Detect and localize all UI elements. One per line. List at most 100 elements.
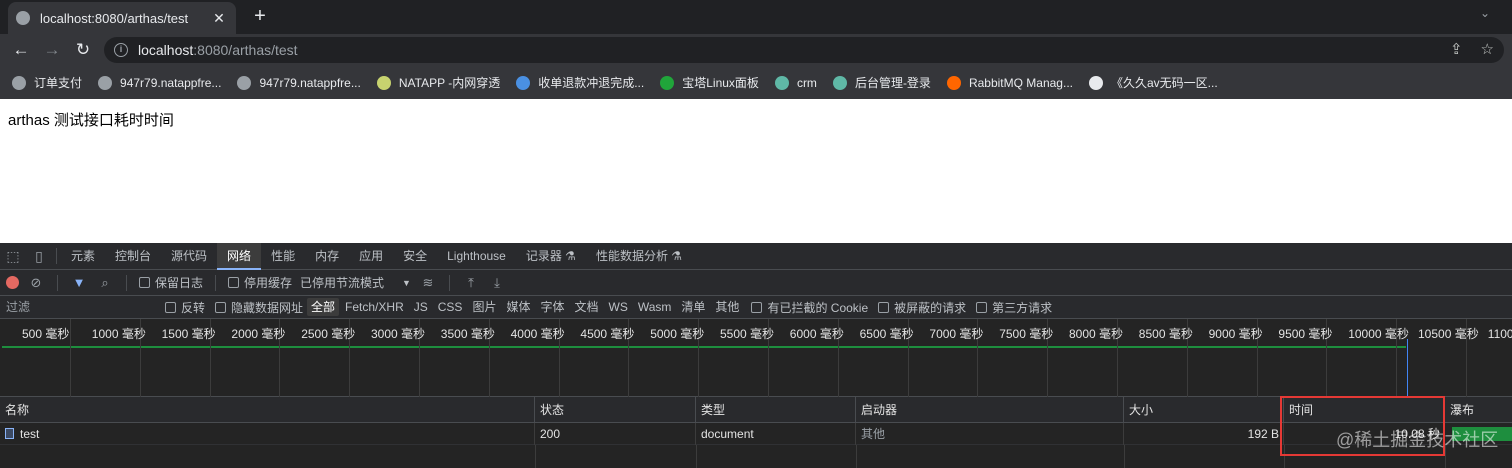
chevron-down-icon: ▼ <box>402 277 411 288</box>
url-path: :8080/arthas/test <box>193 42 298 58</box>
devtools-tab[interactable]: 性能数据分析 ⚗ <box>586 243 692 270</box>
bookmark-label: 《久久av无码一区... <box>1110 76 1218 90</box>
clear-icon[interactable]: ⊘ <box>27 275 45 291</box>
disable-cache-label: 停用缓存 <box>244 276 293 290</box>
download-icon[interactable]: ⤓ <box>488 275 506 291</box>
third-party-checkbox[interactable]: 第三方请求 <box>976 299 1052 316</box>
timeline-tick-label: 6500 毫秒 <box>859 327 914 341</box>
wifi-settings-icon[interactable]: ≋ <box>419 275 437 291</box>
column-name[interactable]: 名称 <box>0 397 535 423</box>
column-size[interactable]: 大小 <box>1124 397 1284 423</box>
star-icon[interactable]: ☆ <box>1481 40 1494 58</box>
resource-type-filter[interactable]: 其他 <box>711 298 743 316</box>
timeline-tick-label: 8500 毫秒 <box>1138 327 1193 341</box>
reload-icon[interactable]: ↻ <box>72 39 94 61</box>
network-overview-timeline[interactable]: 500 毫秒 1000 毫秒 1500 毫秒 2000 毫秒 2500 毫秒 3000 毫… <box>0 319 1512 397</box>
chevron-down-icon[interactable]: ⌄ <box>1480 6 1490 20</box>
bookmark-item[interactable]: crm <box>774 75 817 90</box>
resource-type-filter[interactable]: 清单 <box>677 298 709 316</box>
resource-type-filter[interactable]: 文档 <box>570 298 602 316</box>
resource-type-filter[interactable]: 图片 <box>468 298 500 316</box>
bookmark-item[interactable]: 947r79.natappfre... <box>98 75 221 90</box>
invert-checkbox[interactable]: 反转 <box>165 299 205 316</box>
third-party-label: 第三方请求 <box>992 300 1053 315</box>
devtools-tab[interactable]: 内存 <box>305 243 349 270</box>
request-size: 192 B <box>1124 423 1284 445</box>
timeline-tick-label: 4000 毫秒 <box>510 327 565 341</box>
preserve-log-checkbox[interactable]: 保留日志 <box>139 274 203 291</box>
devtools-tab[interactable]: Lighthouse <box>437 243 516 270</box>
timeline-tick-label: 4500 毫秒 <box>580 327 635 341</box>
bookmark-item[interactable]: 收单退款冲退完成... <box>516 74 644 91</box>
devtools-tab[interactable]: 应用 <box>349 243 393 270</box>
devtools-tab[interactable]: 控制台 <box>105 243 161 270</box>
request-initiator: 其他 <box>856 423 1124 445</box>
resource-type-filter[interactable]: 媒体 <box>502 298 534 316</box>
bookmark-icon <box>237 75 252 90</box>
devtools-tab-list: 元素 控制台 源代码 网络 性能 内存 应用 安全 Lighthouse 记录器 ⚗ 性能数据分析 … <box>61 242 692 270</box>
share-icon[interactable]: ⇪ <box>1450 40 1463 58</box>
column-divider <box>696 445 697 468</box>
timeline-tick-label: 3000 毫秒 <box>371 327 426 341</box>
search-icon[interactable]: ⌕ <box>96 275 114 291</box>
upload-icon[interactable]: ⤒ <box>462 275 480 291</box>
resource-type-filter[interactable]: CSS <box>434 298 467 316</box>
timeline-tick-label: 7000 毫秒 <box>929 327 984 341</box>
address-bar[interactable]: i localhost:8080/arthas/test ⇪ ☆ <box>104 37 1504 63</box>
disable-cache-checkbox[interactable]: 停用缓存 <box>228 274 292 291</box>
bookmark-item[interactable]: NATAPP -内网穿透 <box>376 74 500 91</box>
browser-chrome: localhost:8080/arthas/test ✕ + ⌄ ← → ↻ i… <box>0 0 1512 99</box>
browser-tab[interactable]: localhost:8080/arthas/test ✕ <box>8 2 236 34</box>
devtools-tab[interactable]: 记录器 ⚗ <box>516 243 586 270</box>
resource-type-filter[interactable]: Fetch/XHR <box>341 298 408 316</box>
devtools-tab[interactable]: 网络 <box>217 242 262 270</box>
resource-type-filter[interactable]: 全部 <box>307 298 340 316</box>
info-icon[interactable]: i <box>114 43 128 57</box>
close-icon[interactable]: ✕ <box>210 10 228 27</box>
column-waterfall[interactable]: 瀑布 <box>1445 397 1512 423</box>
bookmark-icon <box>774 75 789 90</box>
record-icon[interactable] <box>6 276 19 289</box>
timeline-tick-label: 10000 毫秒 <box>1348 327 1409 341</box>
blocked-cookies-checkbox[interactable]: 有已拦截的 Cookie <box>751 299 868 316</box>
filter-icon[interactable]: ▼ <box>70 275 88 290</box>
bookmark-item[interactable]: 《久久av无码一区... <box>1088 74 1218 91</box>
column-initiator[interactable]: 启动器 <box>856 397 1124 423</box>
bookmark-item[interactable]: 947r79.natappfre... <box>237 75 361 90</box>
devtools-tab[interactable]: 源代码 <box>161 243 217 270</box>
resource-type-filter[interactable]: 字体 <box>536 298 568 316</box>
back-icon[interactable]: ← <box>10 39 32 61</box>
timeline-tick-label: 5000 毫秒 <box>650 327 705 341</box>
request-type: document <box>696 423 856 445</box>
new-tab-button[interactable]: + <box>249 5 271 27</box>
inspect-icon[interactable]: ⬚ <box>0 248 26 265</box>
blocked-requests-label: 被屏蔽的请求 <box>894 300 967 315</box>
devtools-tab[interactable]: 元素 <box>61 243 105 270</box>
bookmark-item[interactable]: 订单支付 <box>12 74 82 91</box>
timeline-tick-label: 5500 毫秒 <box>720 327 775 341</box>
filter-input[interactable]: 过滤 <box>0 296 165 319</box>
bookmark-item[interactable]: 宝塔Linux面板 <box>660 74 759 91</box>
checkbox-box <box>878 301 890 313</box>
blocked-requests-checkbox[interactable]: 被屏蔽的请求 <box>878 299 966 316</box>
column-status[interactable]: 状态 <box>535 397 696 423</box>
timeline-tick-label: 6000 毫秒 <box>789 327 844 341</box>
hide-data-urls-label: 隐藏数据网址 <box>231 300 304 315</box>
throttle-label: 已停用节流模式 <box>300 276 385 290</box>
forward-icon[interactable]: → <box>41 39 63 61</box>
device-toolbar-icon[interactable]: ▯ <box>26 248 52 265</box>
devtools-tab[interactable]: 性能 <box>261 243 305 270</box>
timeline-tick-label: 2500 毫秒 <box>301 327 356 341</box>
resource-type-filter[interactable]: Wasm <box>634 298 676 316</box>
column-type[interactable]: 类型 <box>696 397 856 423</box>
hide-data-urls-checkbox[interactable]: 隐藏数据网址 <box>215 299 303 316</box>
network-toolbar: ⊘ ▼ ⌕ 保留日志 停用缓存 已停用节流模式 ▼ ≋ ⤒ ⤓ <box>0 270 1512 296</box>
bookmark-item[interactable]: 后台管理-登录 <box>832 74 931 91</box>
throttle-select[interactable]: 已停用节流模式 ▼ <box>300 274 411 291</box>
browser-toolbar: ← → ↻ i localhost:8080/arthas/test ⇪ ☆ <box>0 34 1512 66</box>
resource-type-filter[interactable]: WS <box>605 298 632 316</box>
bookmark-item[interactable]: RabbitMQ Manag... <box>946 75 1073 90</box>
resource-type-filter[interactable]: JS <box>410 298 432 316</box>
devtools-tab[interactable]: 安全 <box>393 243 437 270</box>
document-icon <box>5 428 14 440</box>
